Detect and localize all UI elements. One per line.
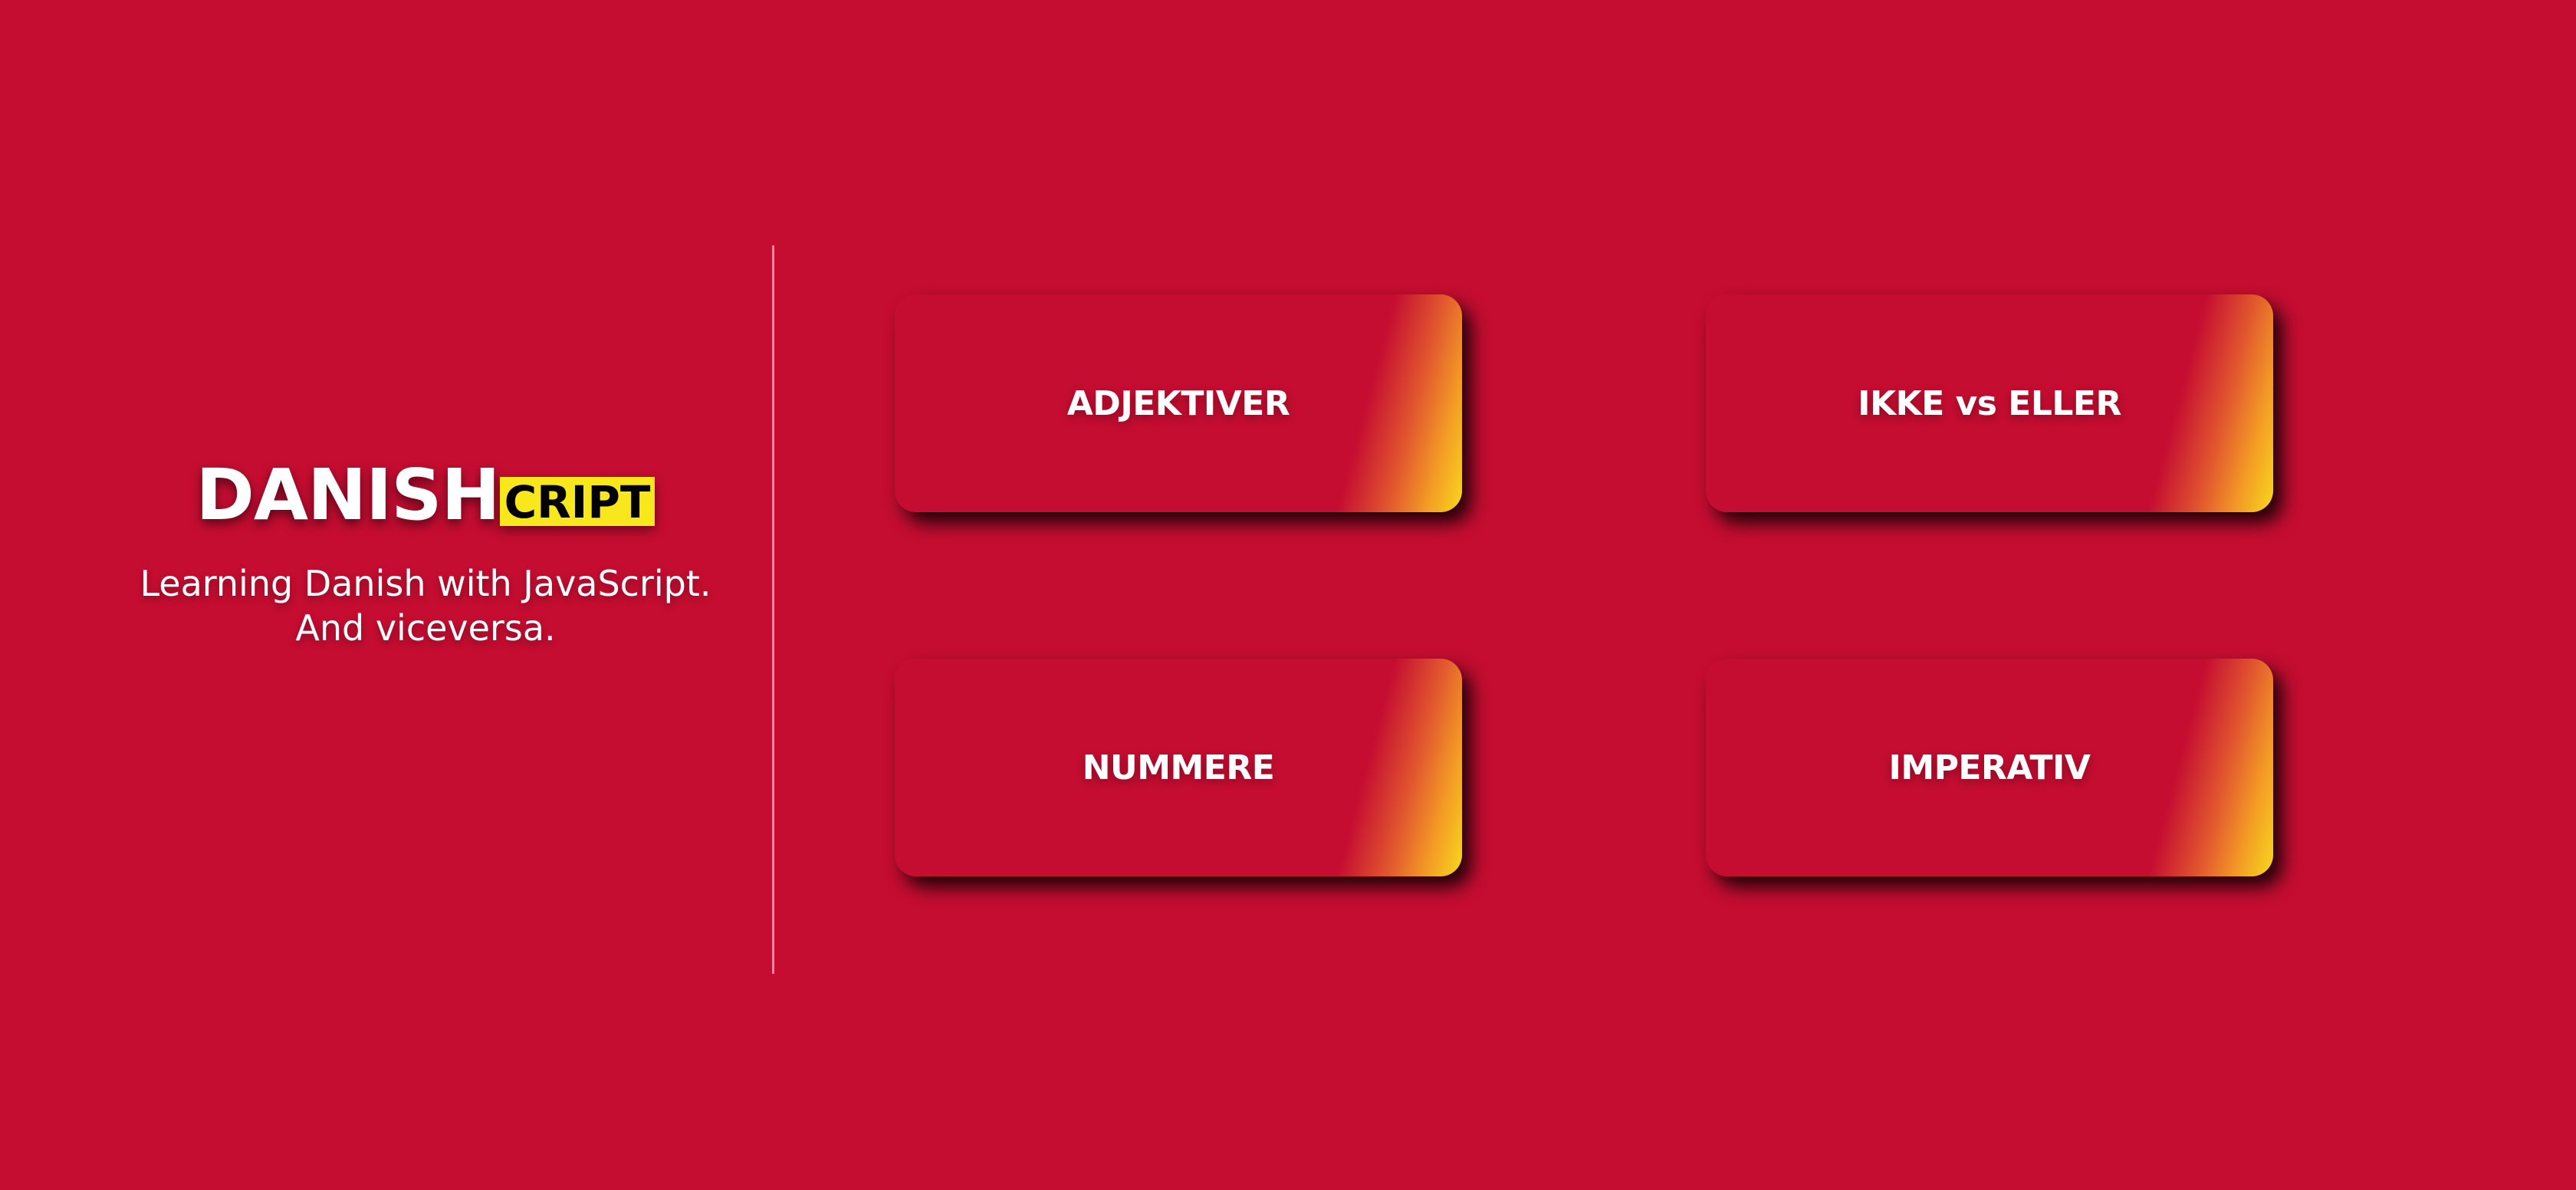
logo-suffix-badge: CRIPT [499, 477, 656, 526]
topic-card-label: IKKE vs ELLER [1858, 383, 2121, 423]
logo-main-text: DANISH [196, 454, 501, 536]
topic-card-label: NUMMERE [1082, 748, 1275, 787]
topic-card-adjektiver[interactable]: ADJEKTIVER [895, 294, 1462, 512]
topic-card-ikke-vs-eller[interactable]: IKKE vs ELLER [1706, 294, 2273, 512]
tagline-line-1: Learning Danish with JavaScript. [140, 563, 711, 604]
topic-card-label: IMPERATIV [1888, 748, 2091, 787]
logo: DANISH CRIPT [196, 460, 656, 531]
topic-card-imperativ[interactable]: IMPERATIV [1706, 659, 2273, 876]
brand-block: DANISH CRIPT Learning Danish with JavaScr… [0, 460, 851, 650]
topic-card-nummere[interactable]: NUMMERE [895, 659, 1462, 876]
topic-card-label: ADJEKTIVER [1066, 383, 1290, 423]
tagline: Learning Danish with JavaScript. And vic… [0, 561, 851, 650]
vertical-divider [772, 245, 774, 974]
tagline-line-2: And viceversa. [295, 607, 556, 649]
